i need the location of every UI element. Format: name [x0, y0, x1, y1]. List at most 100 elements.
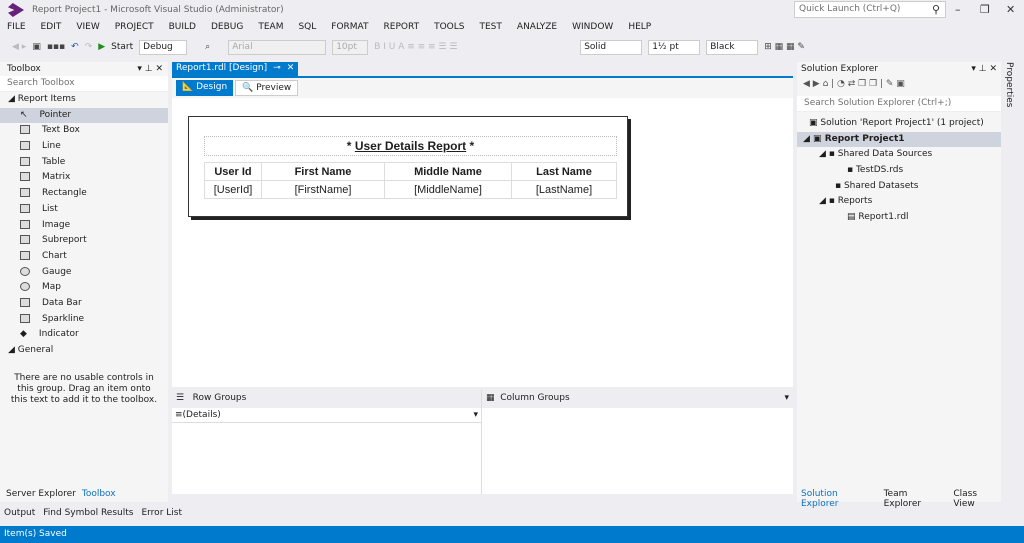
toolbox-item[interactable]: Table	[0, 155, 168, 171]
tab-error-list[interactable]: Error List	[141, 508, 182, 518]
quick-launch-input[interactable]: Quick Launch (Ctrl+Q)	[794, 1, 946, 18]
column-groups-header: ▦ Column Groups ▾	[482, 390, 793, 408]
report-title-textbox[interactable]: * User Details Report *	[204, 136, 617, 156]
solution-search-input[interactable]: Search Solution Explorer (Ctrl+;)	[797, 96, 1001, 112]
toolbox-search-input[interactable]: Search Toolbox	[0, 76, 168, 92]
field-cell[interactable]: [UserId]	[204, 180, 262, 199]
menu-help[interactable]: HELP	[621, 20, 659, 37]
toolbox-item[interactable]: Subreport	[0, 233, 168, 249]
field-cell[interactable]: [FirstName]	[261, 180, 385, 199]
toolbox-item[interactable]: Matrix	[0, 170, 168, 186]
menu-tools[interactable]: TOOLS	[427, 20, 472, 37]
save-icon[interactable]: ▪▪▪	[47, 42, 65, 52]
sparkline-icon	[20, 313, 30, 323]
header-cell[interactable]: Last Name	[511, 162, 617, 181]
pin-close-icons[interactable]: ▾ ⊥ ✕	[971, 64, 1001, 74]
menu-report[interactable]: REPORT	[377, 20, 428, 37]
menu-window[interactable]: WINDOW	[565, 20, 621, 37]
tab-design[interactable]: 📐 Design	[176, 80, 234, 96]
tab-properties[interactable]: Properties	[1004, 62, 1014, 107]
undo-icon[interactable]: ↶	[71, 42, 79, 52]
group-general[interactable]: ◢ General	[0, 343, 168, 359]
redo-icon[interactable]: ↷	[85, 42, 93, 52]
matrix-icon	[20, 172, 30, 182]
start-icon[interactable]: ▶	[98, 42, 105, 52]
tab-team-explorer[interactable]: Team Explorer	[884, 489, 948, 509]
toolbox-item[interactable]: Data Bar	[0, 296, 168, 312]
config-select[interactable]: Debug	[139, 39, 188, 55]
toolbox-item[interactable]: Image	[0, 218, 168, 234]
back-icon[interactable]: ◀ ▸	[12, 42, 26, 52]
table-detail-row: [UserId] [FirstName] [MiddleName] [LastN…	[204, 180, 617, 199]
pin-close-icons[interactable]: ▾ ⊥ ✕	[137, 64, 168, 74]
field-cell[interactable]: [LastName]	[511, 180, 617, 199]
tree-project[interactable]: ◢ ▣ Report Project1	[797, 131, 1001, 148]
toolbox-item[interactable]: Gauge	[0, 265, 168, 281]
minimize-button[interactable]: –	[955, 3, 961, 16]
report-body[interactable]: * User Details Report * User Id First Na…	[188, 116, 628, 217]
toolbox-item[interactable]: Rectangle	[0, 186, 168, 202]
menu-analyze[interactable]: ANALYZE	[510, 20, 565, 37]
tree-report1[interactable]: ▤ Report1.rdl	[797, 210, 1001, 226]
tree-reports[interactable]: ◢ ▪ Reports	[797, 194, 1001, 210]
pin-icon: ⊸	[273, 63, 281, 73]
menu-build[interactable]: BUILD	[162, 20, 204, 37]
tree-testds[interactable]: ▪ TestDS.rds	[797, 163, 1001, 179]
table-icon	[20, 156, 30, 166]
menu-edit[interactable]: EDIT	[34, 20, 70, 37]
tab-report1-design[interactable]: Report1.rdl [Design] ⊸ ✕	[172, 62, 299, 77]
menu-project[interactable]: PROJECT	[108, 20, 162, 37]
header-cell[interactable]: Middle Name	[384, 162, 512, 181]
tree-solution[interactable]: ▣ Solution 'Report Project1' (1 project)	[797, 116, 1001, 132]
group-report-items[interactable]: ◢ Report Items	[0, 92, 168, 108]
toolbox-item[interactable]: List	[0, 202, 168, 218]
font-size-select[interactable]: 10pt	[332, 39, 369, 55]
format-icons[interactable]: B I U A ≡ ≡ ≡ ☰ ☰	[374, 42, 574, 52]
bottom-tabs: Output Find Symbol Results Error List	[4, 508, 182, 518]
close-button[interactable]: ✕	[1006, 3, 1015, 16]
menu-file[interactable]: FILE	[0, 20, 34, 37]
details-group[interactable]: ≡ (Details) ▾	[172, 408, 481, 423]
dropdown-icon[interactable]: ▾	[784, 393, 789, 405]
new-project-icon[interactable]: ▣	[32, 42, 41, 52]
border-style-select[interactable]: Solid	[580, 39, 643, 55]
find-icon[interactable]: ⌕	[205, 42, 210, 52]
start-button[interactable]: Start	[111, 42, 133, 52]
menu-sql[interactable]: SQL	[291, 20, 324, 37]
tab-server-explorer[interactable]: Server Explorer	[6, 489, 76, 499]
menu-view[interactable]: VIEW	[69, 20, 107, 37]
border-color-select[interactable]: Black	[706, 39, 759, 55]
solution-toolbar[interactable]: ◀ ▶ ⌂ | ◔ ⇄ ❐ ❐ | ✎ ▣	[797, 76, 1001, 96]
borders-icon[interactable]: ⊞ ▦ ▦ ✎	[764, 42, 805, 52]
toolbox-item[interactable]: ◆ Indicator	[0, 327, 168, 343]
tree-shared-data-sources[interactable]: ◢ ▪ Shared Data Sources	[797, 147, 1001, 163]
header-cell[interactable]: First Name	[261, 162, 385, 181]
tab-solution-explorer[interactable]: Solution Explorer	[801, 489, 878, 509]
menu-team[interactable]: TEAM	[251, 20, 291, 37]
tab-class-view[interactable]: Class View	[953, 489, 1001, 509]
font-select[interactable]: Arial	[228, 39, 327, 55]
menu-format[interactable]: FORMAT	[324, 20, 376, 37]
menu-debug[interactable]: DEBUG	[204, 20, 251, 37]
toolbox-item[interactable]: Sparkline	[0, 312, 168, 328]
toolbox-item[interactable]: Map	[0, 280, 168, 296]
header-cell[interactable]: User Id	[204, 162, 262, 181]
menu-test[interactable]: TEST	[473, 20, 510, 37]
tab-output[interactable]: Output	[4, 508, 35, 518]
toolbox-panel: Toolbox ▾ ⊥ ✕ Search Toolbox ◢ Report Ite…	[0, 62, 168, 502]
tree-shared-datasets[interactable]: ▪ Shared Datasets	[797, 179, 1001, 195]
restore-button[interactable]: ❐	[980, 3, 990, 16]
column-groups-pane: ▦ Column Groups ▾	[482, 390, 793, 494]
tab-preview[interactable]: 🔍 Preview	[235, 80, 299, 96]
tab-toolbox[interactable]: Toolbox	[82, 489, 116, 499]
toolbox-item[interactable]: Chart	[0, 249, 168, 265]
toolbox-item[interactable]: Text Box	[0, 123, 168, 139]
border-width-select[interactable]: 1½ pt	[648, 39, 701, 55]
report-table[interactable]: User Id First Name Middle Name Last Name…	[204, 162, 617, 199]
tab-find-symbol-results[interactable]: Find Symbol Results	[43, 508, 133, 518]
toolbox-empty-message: There are no usable controls in this gro…	[10, 372, 158, 405]
field-cell[interactable]: [MiddleName]	[384, 180, 512, 199]
toolbox-item[interactable]: ↖ Pointer	[0, 107, 168, 124]
toolbox-item[interactable]: Line	[0, 139, 168, 155]
window-title: Report Project1 - Microsoft Visual Studi…	[32, 5, 284, 15]
